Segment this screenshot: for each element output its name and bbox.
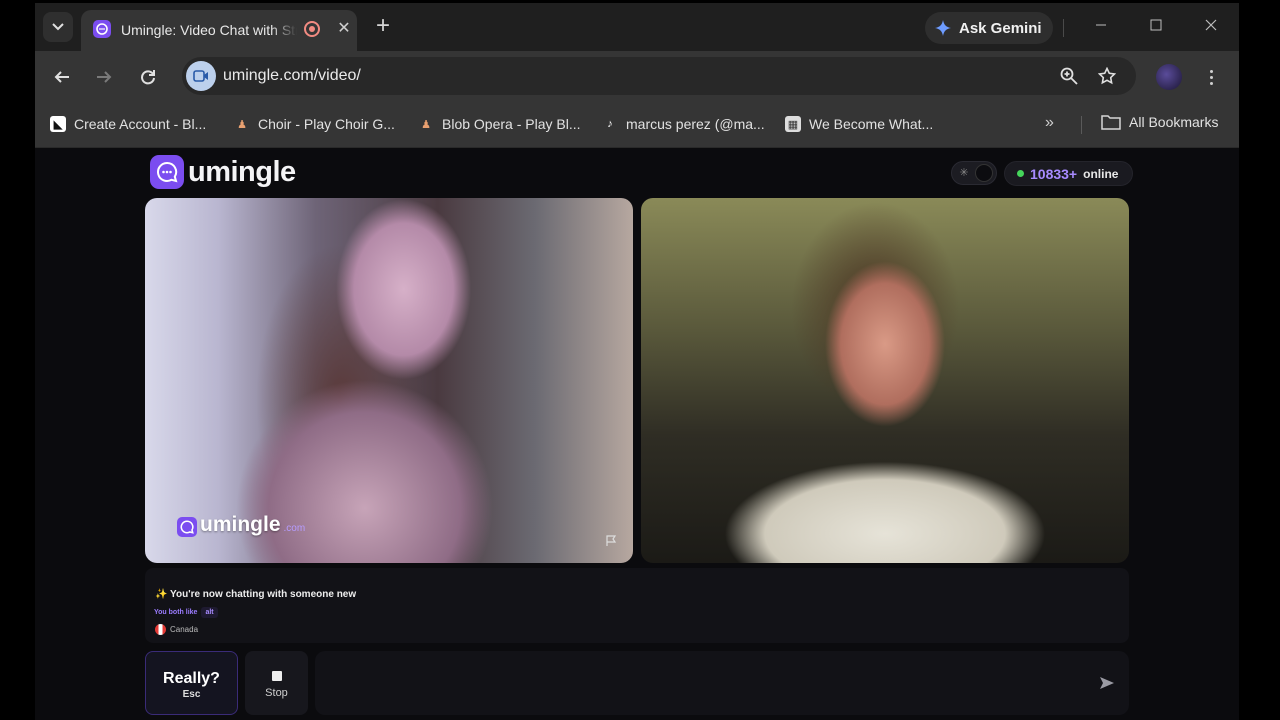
recording-indicator-icon (304, 21, 320, 37)
interests-label: You both like (154, 609, 198, 616)
close-window-button[interactable] (1199, 15, 1223, 39)
forward-button[interactable] (92, 65, 116, 89)
maximize-button[interactable] (1144, 15, 1168, 39)
url-text: umingle.com/video/ (223, 67, 361, 84)
chat-log: ✨ You're now chatting with someone new Y… (145, 568, 1129, 643)
browser-menu-button[interactable] (1201, 65, 1221, 89)
online-label: online (1083, 166, 1119, 181)
tab-umingle[interactable]: Umingle: Video Chat with Strangers ✕ (81, 10, 357, 51)
skip-shortcut: Esc (182, 689, 201, 700)
umingle-page: umingle ✳ 10833+ online umingle .com ✨ Y… (35, 149, 1239, 720)
reload-icon (141, 70, 155, 85)
toggle-knob (975, 164, 993, 182)
self-video (641, 198, 1129, 563)
site-info-button[interactable] (186, 61, 216, 91)
create-account-icon: ◣ (50, 116, 66, 132)
all-bookmarks-button[interactable]: All Bookmarks (1101, 114, 1218, 130)
minimize-button[interactable] (1089, 15, 1113, 39)
tab-strip: Umingle: Video Chat with Strangers ✕ + A… (35, 3, 1239, 51)
chevron-down-icon (52, 23, 64, 31)
browser-window: Umingle: Video Chat with Strangers ✕ + A… (35, 3, 1239, 720)
bookmark-label: Blob Opera - Play Bl... (442, 116, 581, 132)
blob-opera-icon: ♟ (421, 118, 431, 131)
watermark-text: umingle (200, 513, 281, 536)
online-counter: 10833+ online (1004, 161, 1133, 186)
video-camera-icon (193, 70, 208, 82)
address-bar[interactable]: umingle.com/video/ (182, 57, 1136, 95)
skip-label: Really? (163, 670, 220, 687)
online-status-dot (1017, 170, 1024, 177)
bookmark-label: Choir - Play Choir G... (258, 116, 395, 132)
chat-bubble-icon (150, 155, 184, 189)
bookmark-label: We Become What... (809, 116, 934, 132)
all-bookmarks-label: All Bookmarks (1129, 114, 1219, 130)
gemini-sparkle-icon (935, 20, 951, 36)
ask-gemini-button[interactable]: Ask Gemini (925, 12, 1053, 44)
stop-button[interactable]: Stop (245, 651, 308, 715)
we-become-icon: ▦ (785, 116, 801, 132)
bookmark-star-button[interactable] (1097, 66, 1117, 86)
stranger-video: umingle .com (145, 198, 633, 563)
back-button[interactable] (50, 65, 74, 89)
canada-flag-icon (155, 624, 166, 635)
stop-icon (272, 671, 282, 681)
system-message: ✨ You're now chatting with someone new (155, 589, 357, 600)
bookmark-item[interactable]: ♟ Blob Opera - Play Bl... (418, 114, 581, 134)
sun-icon: ✳ (959, 167, 969, 179)
stop-label: Stop (265, 687, 288, 699)
bookmark-label: Create Account - Bl... (74, 116, 207, 132)
bookmark-item[interactable]: ◣ Create Account - Bl... (50, 114, 206, 134)
chat-bubble-icon (177, 517, 197, 537)
tab-close-icon[interactable]: ✕ (335, 20, 353, 38)
tab-title: Umingle: Video Chat with Strangers (121, 22, 297, 38)
browser-toolbar: umingle.com/video/ (35, 51, 1239, 103)
send-icon[interactable] (1098, 674, 1116, 692)
watermark-domain: .com (283, 523, 306, 534)
reload-button[interactable] (136, 65, 160, 89)
bookmark-item[interactable]: ▦ We Become What... (785, 114, 933, 134)
logo-text: umingle (188, 155, 296, 188)
divider (1063, 19, 1064, 37)
umingle-favicon-icon (93, 20, 111, 38)
ask-gemini-label: Ask Gemini (959, 19, 1042, 37)
folder-icon (1101, 115, 1121, 130)
bookmarks-bar: ◣ Create Account - Bl... ♟ Choir - Play … (35, 103, 1239, 148)
divider (1081, 116, 1082, 134)
skip-button[interactable]: Really? Esc (145, 651, 238, 715)
forward-arrow-icon (97, 71, 112, 83)
back-arrow-icon (54, 71, 69, 83)
zoom-button[interactable] (1059, 66, 1079, 86)
bookmark-label: marcus perez (@ma... (626, 116, 765, 132)
tab-search-button[interactable] (43, 12, 73, 42)
close-icon (1205, 19, 1217, 31)
interest-tag: alt (201, 607, 218, 618)
new-tab-button[interactable]: + (371, 14, 395, 38)
online-count: 10833+ (1030, 165, 1078, 182)
country-label: Canada (170, 625, 199, 634)
profile-avatar[interactable] (1156, 64, 1182, 90)
message-input[interactable] (315, 651, 1129, 715)
more-bookmarks-chevron-icon[interactable]: » (1045, 114, 1054, 132)
tiktok-icon: ♪ (607, 118, 613, 130)
choir-icon: ♟ (237, 118, 247, 131)
maximize-icon (1150, 19, 1162, 31)
zoom-icon (1060, 67, 1078, 85)
star-icon (1098, 67, 1116, 85)
theme-toggle[interactable]: ✳ (951, 161, 997, 185)
minimize-icon (1096, 24, 1106, 26)
umingle-watermark: umingle .com (177, 513, 305, 537)
bookmark-item[interactable]: ♟ Choir - Play Choir G... (234, 114, 395, 134)
report-flag-icon[interactable] (605, 535, 617, 547)
umingle-logo[interactable]: umingle (150, 155, 296, 189)
common-interests: You both like alt (154, 607, 218, 618)
bookmark-item[interactable]: ♪ marcus perez (@ma... (602, 114, 765, 134)
stranger-country: Canada (155, 624, 198, 635)
